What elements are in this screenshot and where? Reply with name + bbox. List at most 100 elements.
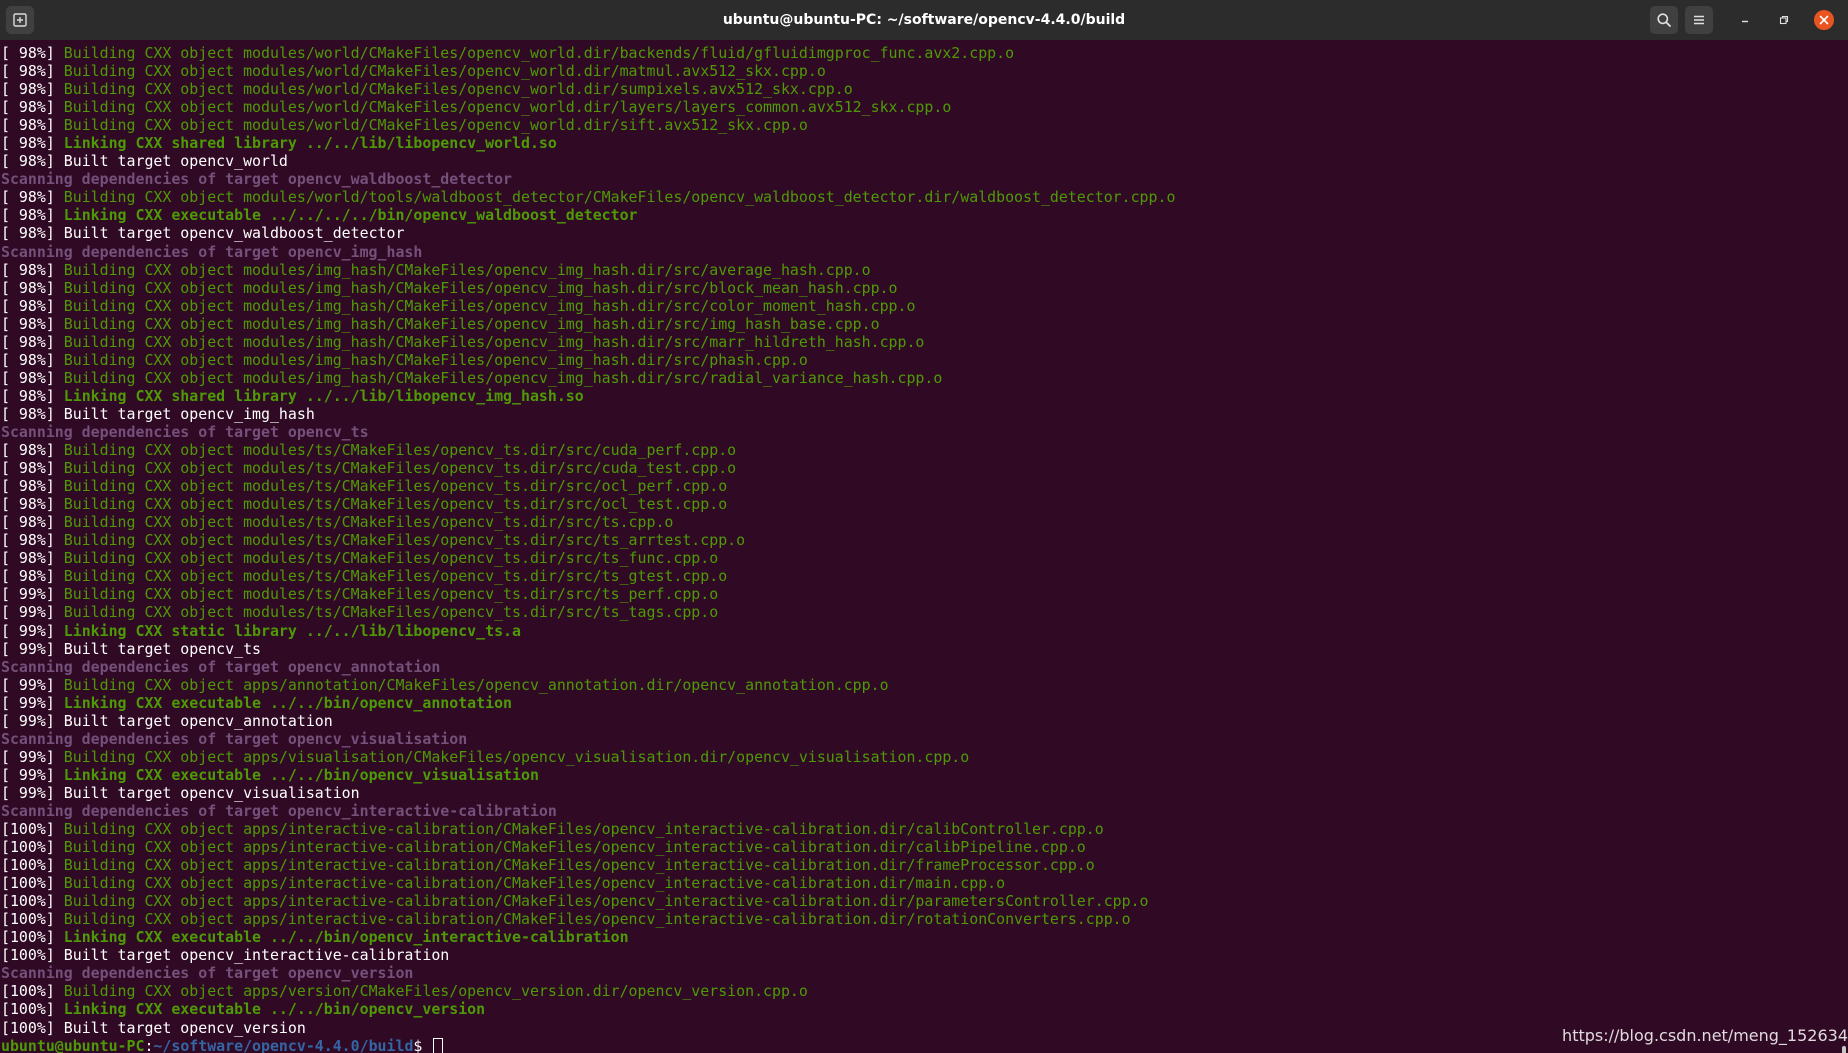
progress-percent: [ 98%]	[1, 80, 55, 99]
scrollbar[interactable]	[1842, 1046, 1846, 1053]
progress-percent: [100%]	[1, 856, 55, 875]
building-line: [ 98%] Building CXX object modules/world…	[1, 116, 1175, 134]
scanning-text: Scanning dependencies of target opencv_w…	[1, 170, 513, 189]
building-text: Building CXX object apps/interactive-cal…	[63, 874, 1006, 893]
minimize-icon	[1742, 20, 1748, 23]
progress-percent: [ 98%]	[1, 386, 55, 405]
progress-percent: [ 98%]	[1, 531, 55, 550]
progress-percent: [ 99%]	[1, 603, 55, 622]
linking-line: [ 99%] Linking CXX executable ../../bin/…	[1, 766, 1175, 784]
menu-button[interactable]	[1685, 6, 1713, 34]
progress-percent: [ 98%]	[1, 404, 55, 423]
building-text: Building CXX object modules/img_hash/CMa…	[63, 350, 808, 369]
building-line: [100%] Building CXX object apps/interact…	[1, 838, 1175, 856]
building-line: [ 98%] Building CXX object modules/img_h…	[1, 315, 1175, 333]
new-tab-button[interactable]	[6, 6, 34, 34]
building-line: [ 98%] Building CXX object modules/img_h…	[1, 333, 1175, 351]
building-line: [ 98%] Building CXX object modules/img_h…	[1, 351, 1175, 369]
building-line: [100%] Building CXX object apps/version/…	[1, 982, 1175, 1000]
progress-percent: [ 98%]	[1, 278, 55, 297]
building-line: [ 99%] Building CXX object modules/ts/CM…	[1, 585, 1175, 603]
progress-percent: [ 98%]	[1, 62, 55, 81]
built-line: [ 99%] Built target opencv_ts	[1, 640, 1175, 658]
built-text: Built target opencv_visualisation	[63, 783, 360, 802]
progress-percent: [ 98%]	[1, 549, 55, 568]
progress-percent: [ 99%]	[1, 693, 55, 712]
scanning-line: Scanning dependencies of target opencv_i…	[1, 802, 1175, 820]
progress-percent: [100%]	[1, 1018, 55, 1037]
progress-percent: [ 98%]	[1, 495, 55, 514]
building-text: Building CXX object modules/world/CMakeF…	[63, 116, 808, 135]
building-text: Building CXX object modules/ts/CMakeFile…	[63, 495, 728, 514]
building-text: Building CXX object apps/interactive-cal…	[63, 820, 1104, 839]
progress-percent: [ 99%]	[1, 621, 55, 640]
built-text: Built target opencv_waldboost_detector	[63, 224, 405, 243]
building-text: Building CXX object modules/ts/CMakeFile…	[63, 459, 737, 478]
progress-percent: [ 98%]	[1, 206, 55, 225]
prompt-user-host: ubuntu@ubuntu-PC	[1, 1036, 145, 1053]
built-line: [100%] Built target opencv_version	[1, 1019, 1175, 1037]
building-line: [ 98%] Building CXX object modules/world…	[1, 80, 1175, 98]
progress-percent: [ 99%]	[1, 747, 55, 766]
linking-text: Linking CXX executable ../../../../bin/o…	[63, 206, 638, 225]
progress-percent: [ 98%]	[1, 368, 55, 387]
built-text: Built target opencv_version	[63, 1018, 306, 1037]
progress-percent: [ 98%]	[1, 152, 55, 171]
prompt-symbol: $	[413, 1036, 432, 1053]
progress-percent: [ 98%]	[1, 441, 55, 460]
building-text: Building CXX object modules/img_hash/CMa…	[63, 260, 871, 279]
scanning-text: Scanning dependencies of target opencv_i…	[1, 242, 423, 261]
building-text: Building CXX object modules/world/tools/…	[63, 188, 1176, 207]
maximize-button[interactable]	[1770, 6, 1798, 34]
scanning-text: Scanning dependencies of target opencv_v…	[1, 964, 414, 983]
linking-text: Linking CXX executable ../../bin/opencv_…	[63, 928, 629, 947]
building-text: Building CXX object modules/img_hash/CMa…	[63, 296, 916, 315]
scanning-line: Scanning dependencies of target opencv_i…	[1, 243, 1175, 261]
building-line: [ 98%] Building CXX object modules/ts/CM…	[1, 567, 1175, 585]
text-cursor	[433, 1037, 444, 1053]
building-text: Building CXX object modules/ts/CMakeFile…	[63, 585, 719, 604]
scanning-line: Scanning dependencies of target opencv_a…	[1, 658, 1175, 676]
hamburger-menu-icon	[1694, 15, 1704, 25]
progress-percent: [ 98%]	[1, 116, 55, 135]
progress-percent: [ 99%]	[1, 639, 55, 658]
terminal-output[interactable]: [ 98%] Building CXX object modules/world…	[0, 40, 1848, 1053]
building-line: [ 98%] Building CXX object modules/img_h…	[1, 369, 1175, 387]
building-line: [ 98%] Building CXX object modules/ts/CM…	[1, 495, 1175, 513]
linking-text: Linking CXX static library ../../lib/lib…	[63, 621, 521, 640]
maximize-icon	[1779, 15, 1789, 25]
building-text: Building CXX object apps/visualisation/C…	[63, 747, 970, 766]
building-text: Building CXX object modules/img_hash/CMa…	[63, 278, 898, 297]
building-text: Building CXX object modules/ts/CMakeFile…	[63, 477, 728, 496]
building-line: [ 98%] Building CXX object modules/ts/CM…	[1, 459, 1175, 477]
progress-percent: [100%]	[1, 1000, 55, 1019]
linking-text: Linking CXX executable ../../bin/opencv_…	[63, 693, 513, 712]
built-line: [100%] Built target opencv_interactive-c…	[1, 946, 1175, 964]
building-line: [ 99%] Building CXX object apps/visualis…	[1, 748, 1175, 766]
scanning-text: Scanning dependencies of target opencv_a…	[1, 657, 441, 676]
progress-percent: [ 99%]	[1, 675, 55, 694]
progress-percent: [ 99%]	[1, 765, 55, 784]
minimize-button[interactable]	[1731, 6, 1759, 34]
progress-percent: [ 98%]	[1, 477, 55, 496]
progress-percent: [ 98%]	[1, 332, 55, 351]
linking-line: [ 98%] Linking CXX executable ../../../.…	[1, 206, 1175, 224]
linking-text: Linking CXX shared library ../../lib/lib…	[63, 134, 557, 153]
linking-text: Linking CXX shared library ../../lib/lib…	[63, 386, 584, 405]
building-text: Building CXX object modules/img_hash/CMa…	[63, 332, 925, 351]
progress-percent: [ 98%]	[1, 188, 55, 207]
building-text: Building CXX object apps/interactive-cal…	[63, 892, 1149, 911]
building-text: Building CXX object modules/ts/CMakeFile…	[63, 513, 674, 532]
building-line: [ 98%] Building CXX object modules/world…	[1, 188, 1175, 206]
search-button[interactable]	[1650, 6, 1678, 34]
linking-line: [100%] Linking CXX executable ../../bin/…	[1, 928, 1175, 946]
building-text: Building CXX object apps/interactive-cal…	[63, 838, 1086, 857]
building-text: Building CXX object modules/world/CMakeF…	[63, 80, 853, 99]
prompt-line[interactable]: ubuntu@ubuntu-PC:~/software/opencv-4.4.0…	[1, 1037, 1175, 1053]
close-button[interactable]	[1810, 6, 1838, 34]
building-text: Building CXX object apps/annotation/CMak…	[63, 675, 889, 694]
progress-percent: [ 98%]	[1, 296, 55, 315]
building-text: Building CXX object modules/ts/CMakeFile…	[63, 441, 737, 460]
building-text: Building CXX object modules/world/CMakeF…	[63, 98, 952, 117]
building-text: Building CXX object modules/img_hash/CMa…	[63, 314, 880, 333]
